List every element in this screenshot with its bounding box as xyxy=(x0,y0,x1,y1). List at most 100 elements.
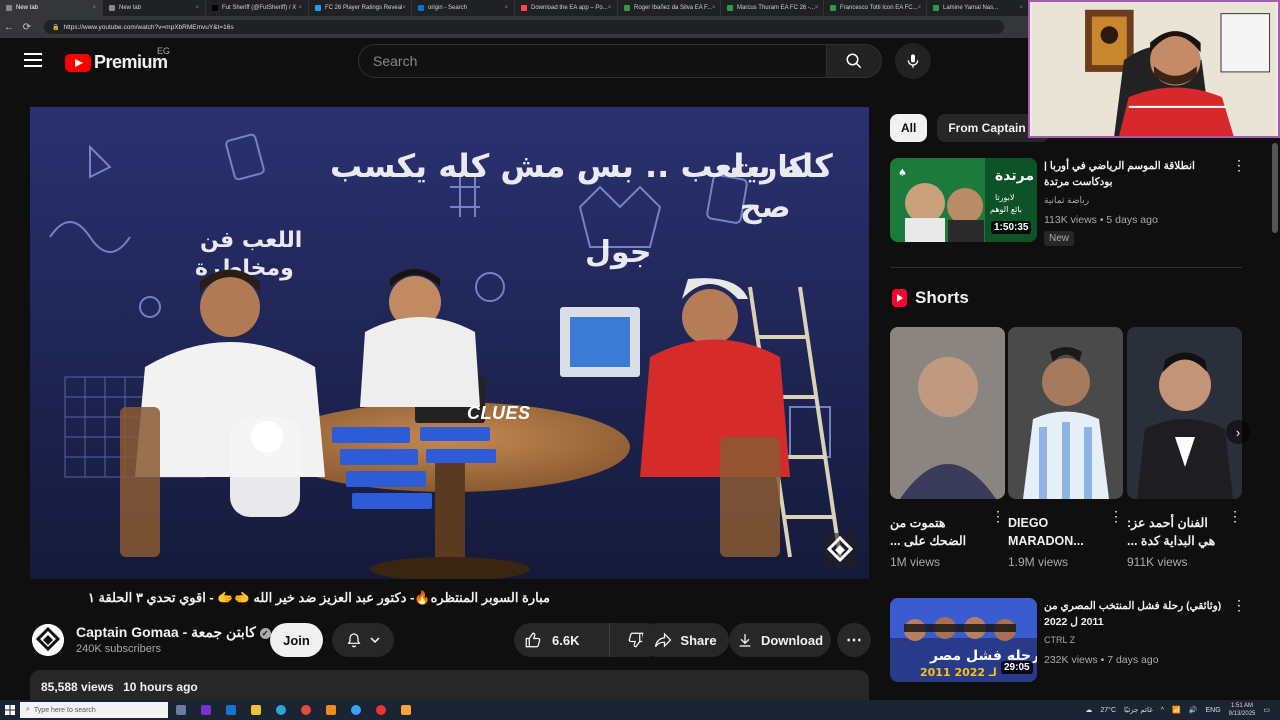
taskbar-search[interactable]: ⌕ Type here to search xyxy=(20,702,168,718)
search-box xyxy=(358,44,827,78)
new-badge: New xyxy=(1044,231,1075,246)
close-tab-icon[interactable]: × xyxy=(92,5,96,11)
search-input[interactable] xyxy=(359,45,826,77)
short-title: DIEGO MARADON... xyxy=(1008,516,1084,548)
channel-watermark-icon[interactable] xyxy=(823,533,857,567)
browser-tab[interactable]: Lamine Yamal Nas... × xyxy=(927,0,1030,16)
short-item[interactable]: الفنان أحمد عز: هي البداية كدة ... 911K … xyxy=(1127,327,1242,577)
reload-icon[interactable]: ⟳ xyxy=(18,22,36,33)
tab-favicon-icon xyxy=(727,5,733,11)
close-tab-icon[interactable]: × xyxy=(402,5,406,11)
share-button[interactable]: Share xyxy=(642,623,729,657)
weather-icon[interactable]: ☁ xyxy=(1085,706,1092,714)
search-icon xyxy=(846,53,862,69)
related-video-item[interactable]: رحله فشل مصر 2011 لـ 2022 29:05 (وثائقي)… xyxy=(890,598,1246,682)
chip-all[interactable]: All xyxy=(890,114,928,142)
clock-date: 9/13/2025 xyxy=(1228,711,1256,717)
vlc-icon[interactable] xyxy=(318,700,343,720)
browser-tab[interactable]: Francesco Totti Icon EA FC... × xyxy=(824,0,927,16)
browser-tab[interactable]: Fut Sheriff (@FutSheriff) / X × xyxy=(206,0,309,16)
clock-time: 1:51 AM xyxy=(1231,703,1254,709)
more-vertical-icon[interactable]: ⋮ xyxy=(991,509,1005,523)
taskbar-search-placeholder: Type here to search xyxy=(33,706,96,714)
svg-text:اللعب فن: اللعب فن xyxy=(200,228,302,253)
related-video-title: (وثائقي) رحلة فشل المنتخب المصري من 2011… xyxy=(1044,600,1222,628)
obs-icon[interactable] xyxy=(343,700,368,720)
task-view-icon[interactable] xyxy=(168,700,193,720)
shorts-next-button[interactable]: › xyxy=(1226,420,1250,444)
close-tab-icon[interactable]: × xyxy=(608,5,612,11)
illustrator-icon[interactable] xyxy=(393,700,418,720)
youtube-logo[interactable]: Premium EG xyxy=(65,46,170,73)
tab-label: FC 26 Player Ratings Reveal xyxy=(325,5,403,11)
opera-icon[interactable] xyxy=(368,700,393,720)
browser-tab[interactable]: FC 26 Player Ratings Reveal × xyxy=(309,0,412,16)
channel-avatar[interactable] xyxy=(32,624,64,656)
close-tab-icon[interactable]: × xyxy=(1019,5,1023,11)
volume-icon[interactable]: 🔊 xyxy=(1189,706,1198,714)
browser-tab[interactable]: New tab × xyxy=(0,0,103,16)
video-player[interactable]: ﻛﻠﻪ ﺑﻴﻠﻌﺐ .. ﺑﺲ ﻣﺶ ﻛﻠﻪ ﻳﻜﺴﺐ اللعب فن ومخ… xyxy=(30,107,869,579)
tab-favicon-icon xyxy=(933,5,939,11)
browser-tab[interactable]: Download the EA app – Po... × xyxy=(515,0,618,16)
more-vertical-icon[interactable]: ⋮ xyxy=(1228,509,1242,523)
browser-tab[interactable]: Marcus Thuram EA FC 26 -... × xyxy=(721,0,824,16)
tray-chevron-icon[interactable]: ^ xyxy=(1161,707,1164,714)
svg-text:مرتدة: مرتدة xyxy=(995,168,1034,184)
search-button[interactable] xyxy=(827,44,882,78)
clock[interactable]: 1:51 AM 9/13/2025 xyxy=(1229,702,1256,718)
more-actions-button[interactable]: ⋯ xyxy=(837,623,871,657)
menu-icon[interactable] xyxy=(24,53,42,67)
close-tab-icon[interactable]: × xyxy=(298,5,302,11)
short-views: 1M views xyxy=(890,555,941,569)
download-button[interactable]: Download xyxy=(729,623,831,657)
edge-icon[interactable] xyxy=(268,700,293,720)
like-button[interactable]: 6.6K xyxy=(514,623,610,657)
short-views: 1.9M views xyxy=(1008,555,1069,569)
close-tab-icon[interactable]: × xyxy=(712,5,716,11)
browser-tab[interactable]: New tab × xyxy=(103,0,206,16)
premiere-icon[interactable] xyxy=(193,700,218,720)
address-bar[interactable]: 🔒 https://www.youtube.com/watch?v=mpXbRM… xyxy=(44,20,1004,34)
microphone-icon xyxy=(907,54,919,68)
tab-favicon-icon xyxy=(6,5,12,11)
channel-name[interactable]: Captain Gomaa - كابتن جمعة ✓ xyxy=(76,624,271,641)
tab-favicon-icon xyxy=(521,5,527,11)
tab-label: Lamine Yamal Nas... xyxy=(943,5,999,11)
shorts-heading: Shorts xyxy=(915,288,969,307)
more-vertical-icon[interactable]: ⋮ xyxy=(1109,509,1123,523)
subscribed-notifications-button[interactable] xyxy=(332,623,394,657)
network-icon[interactable]: 📶 xyxy=(1172,706,1181,714)
more-vertical-icon[interactable]: ⋮ xyxy=(1232,598,1246,612)
start-button[interactable] xyxy=(0,700,20,720)
related-video-meta: 232K views • 7 days ago xyxy=(1044,654,1159,666)
browser-tab[interactable]: origin - Search × xyxy=(412,0,515,16)
page-scrollbar[interactable] xyxy=(1272,143,1278,698)
close-tab-icon[interactable]: × xyxy=(815,5,819,11)
view-count: 85,588 views xyxy=(41,680,114,694)
short-item[interactable]: هتموت من الضحك على ... 1M views ⋮ xyxy=(890,327,1005,577)
related-video-title: انطلاقة الموسم الرياضي في أوربا | بودكاس… xyxy=(1044,160,1195,188)
svg-text:لابورتا: لابورتا xyxy=(995,193,1014,202)
close-tab-icon[interactable]: × xyxy=(504,5,508,11)
file-explorer-icon[interactable] xyxy=(243,700,268,720)
chrome-icon[interactable] xyxy=(293,700,318,720)
close-tab-icon[interactable]: × xyxy=(918,5,922,11)
notifications-icon[interactable]: ▭ xyxy=(1263,706,1270,714)
photoshop-icon[interactable] xyxy=(218,700,243,720)
join-button[interactable]: Join xyxy=(270,623,323,657)
close-tab-icon[interactable]: × xyxy=(195,5,199,11)
language-indicator[interactable]: ENG xyxy=(1206,707,1221,714)
short-item[interactable]: DIEGO MARADON... 1.9M views ⋮ xyxy=(1008,327,1123,577)
scrollbar-thumb[interactable] xyxy=(1272,143,1278,233)
svg-text:كارت: كارت xyxy=(730,150,807,185)
svg-text:جول: جول xyxy=(585,235,651,270)
back-icon[interactable]: ← xyxy=(0,22,18,33)
related-video-item[interactable]: مرتدة لابورتا بائع الوهم ♠ 1:50:35 انطلا… xyxy=(890,158,1246,246)
windows-icon xyxy=(5,705,15,715)
voice-search-button[interactable] xyxy=(895,43,931,79)
country-code: EG xyxy=(157,46,171,56)
more-vertical-icon[interactable]: ⋮ xyxy=(1232,158,1246,172)
lock-icon: 🔒 xyxy=(52,24,60,31)
browser-tab[interactable]: Roger Ibañez da Silva EA F... × xyxy=(618,0,721,16)
